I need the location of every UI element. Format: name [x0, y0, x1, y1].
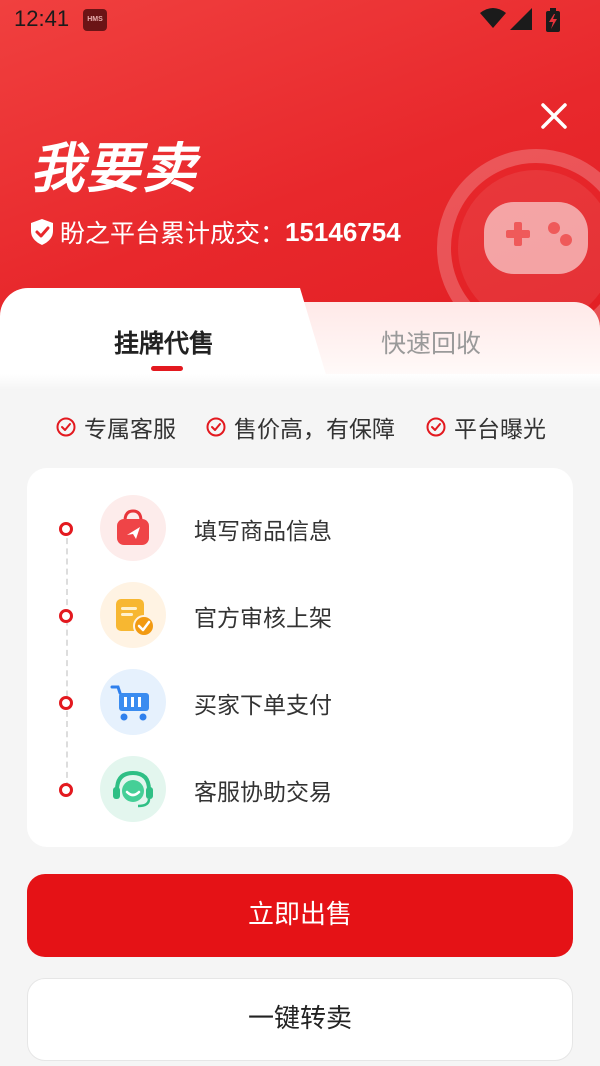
stats-value: 15146754: [285, 216, 401, 247]
tab-active-indicator: [151, 366, 183, 371]
transaction-stats: 盼之平台累计成交： 15146754: [30, 214, 401, 250]
shopping-cart-icon: [100, 669, 166, 735]
step-item: 填写商品信息: [27, 494, 573, 564]
check-circle-icon: [56, 417, 76, 437]
signal-icon: [510, 8, 532, 30]
main-content: 专属客服 售价高，有保障 平台曝光 填写商品信息 官方审核上架 买家下单支付 客…: [0, 374, 600, 1066]
check-circle-icon: [206, 417, 226, 437]
sell-now-button[interactable]: 立即出售: [27, 874, 573, 957]
feature-item: 专属客服: [56, 410, 176, 444]
content-top-fade: [0, 374, 600, 390]
status-bar: 12:41 HMS: [0, 0, 600, 40]
shopping-bag-icon: [100, 495, 166, 561]
hms-badge: HMS: [83, 9, 107, 31]
check-circle-icon: [426, 417, 446, 437]
shield-check-icon: [31, 219, 53, 245]
close-icon[interactable]: [538, 100, 570, 132]
tab-consignment[interactable]: 挂牌代售: [114, 324, 214, 360]
wifi-icon: [480, 8, 506, 28]
feature-list: 专属客服 售价高，有保障 平台曝光: [0, 410, 600, 444]
step-dot: [59, 696, 73, 710]
step-dot: [59, 609, 73, 623]
step-item: 客服协助交易: [27, 755, 573, 825]
stats-label: 盼之平台累计成交：: [60, 219, 286, 248]
step-dot: [59, 783, 73, 797]
quick-resell-button[interactable]: 一键转卖: [27, 978, 573, 1061]
step-label: 买家下单支付: [194, 693, 332, 719]
step-label: 客服协助交易: [194, 780, 332, 806]
timeline-line: [66, 528, 68, 788]
step-label: 官方审核上架: [194, 606, 332, 632]
page-title: 我要卖: [30, 137, 198, 200]
feature-label: 专属客服: [84, 417, 176, 443]
headset-support-icon: [100, 756, 166, 822]
status-time: 12:41: [14, 6, 70, 31]
step-label: 填写商品信息: [194, 519, 332, 545]
step-item: 买家下单支付: [27, 668, 573, 738]
tab-quick-recycle[interactable]: 快速回收: [381, 324, 481, 360]
process-steps-card: 填写商品信息 官方审核上架 买家下单支付 客服协助交易: [27, 468, 573, 847]
step-item: 官方审核上架: [27, 581, 573, 651]
step-dot: [59, 522, 73, 536]
document-check-icon: [100, 582, 166, 648]
feature-label: 平台曝光: [454, 417, 546, 443]
battery-charging-icon: [546, 8, 560, 32]
feature-item: 平台曝光: [426, 410, 546, 444]
tab-bar: 挂牌代售 快速回收: [0, 288, 600, 392]
feature-item: 售价高，有保障: [206, 410, 395, 444]
feature-label: 售价高，有保障: [234, 417, 395, 443]
